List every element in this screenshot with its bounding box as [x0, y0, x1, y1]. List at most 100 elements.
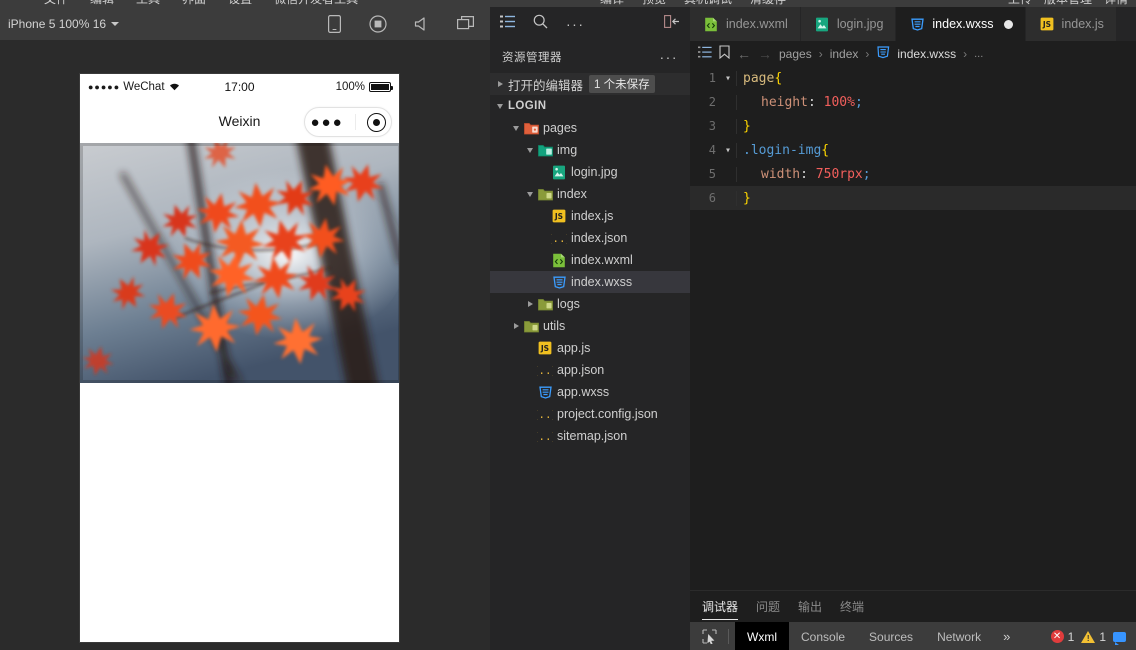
tree-item-app-json[interactable]: {..} app.json — [490, 359, 690, 381]
editor-tab-index-wxss[interactable]: index.wxss — [896, 7, 1026, 41]
element-picker-icon[interactable] — [696, 629, 722, 644]
device-selector[interactable]: iPhone 5 100% 16 — [8, 17, 120, 31]
chevron-right-icon[interactable] — [494, 81, 506, 87]
tree-item-label: sitemap.json — [557, 429, 628, 443]
panel-tab-0[interactable]: 调试器 — [702, 591, 739, 622]
code-line[interactable]: 5 width: 750rpx; — [690, 162, 1136, 186]
devtools-bar: WxmlConsoleSourcesNetwork » ✕ 1 1 — [690, 622, 1136, 650]
code-text: width: 750rpx; — [736, 166, 871, 182]
breadcrumb-crumb-0[interactable]: pages — [779, 47, 812, 61]
bookmark-icon[interactable] — [719, 45, 730, 62]
nav-forward-icon[interactable]: → — [758, 46, 772, 62]
code-editor[interactable]: 1 ▾ page{2 height: 100%; 3} 4 ▾ .login-img{5 wid… — [690, 66, 1136, 590]
panel-tab-1[interactable]: 问题 — [756, 591, 780, 622]
menu-dots-icon[interactable]: ●●● — [310, 115, 343, 130]
tree-item-index-json[interactable]: {..} index.json — [490, 227, 690, 249]
tree-item-index-wxss[interactable]: index.wxss — [490, 271, 690, 293]
tree-item-app-wxss[interactable]: app.wxss — [490, 381, 690, 403]
project-root-row[interactable]: LOGIN — [490, 95, 690, 117]
warning-icon[interactable] — [1081, 630, 1096, 643]
phone-icon[interactable] — [324, 14, 344, 34]
devtools-more-icon[interactable]: » — [993, 629, 1020, 644]
devtools-divider — [728, 629, 729, 644]
code-line[interactable]: 1 ▾ page{ — [690, 66, 1136, 90]
open-editors-label: 打开的编辑器 — [508, 78, 584, 93]
fold-chevron-icon[interactable]: ▾ — [720, 145, 736, 156]
code-token: 750rpx — [815, 166, 863, 182]
search-icon[interactable] — [533, 14, 548, 34]
tree-item-index-wxml[interactable]: index.wxml — [490, 249, 690, 271]
fold-chevron-icon[interactable]: ▾ — [720, 73, 736, 84]
tree-item-pages[interactable]: pages — [490, 117, 690, 139]
tree-item-index[interactable]: index — [490, 183, 690, 205]
code-line[interactable]: 2 height: 100%; — [690, 90, 1136, 114]
open-editors-row[interactable]: 打开的编辑器 1 个未保存 — [490, 73, 690, 95]
collapse-icon[interactable] — [664, 15, 680, 33]
line-number: 4 — [708, 143, 716, 157]
tree-item-utils[interactable]: utils — [490, 315, 690, 337]
unsaved-dot-icon[interactable] — [1003, 19, 1013, 29]
chevron-down-icon[interactable] — [510, 125, 522, 131]
code-line[interactable]: 4 ▾ .login-img{ — [690, 138, 1136, 162]
editor-tab-index-wxml[interactable]: index.wxml — [690, 7, 801, 41]
panel-tab-3[interactable]: 终端 — [840, 591, 864, 622]
wxss-file-icon — [876, 45, 890, 62]
tree-item-sitemap-json[interactable]: {..} sitemap.json — [490, 425, 690, 447]
code-token: : — [807, 94, 824, 110]
chevron-down-icon[interactable] — [494, 103, 506, 109]
explorer-more-icon[interactable]: ··· — [660, 49, 679, 65]
tree-item-label: app.wxss — [557, 385, 610, 399]
menu-bar[interactable]: 文件编辑工具界面设置微信开发者工具 编译预览真机调试清缓存 上传版本管理详情 — [0, 0, 1136, 7]
explorer-icon[interactable] — [500, 15, 515, 33]
devtools-tab-network[interactable]: Network — [925, 622, 993, 650]
more-icon[interactable]: ··· — [566, 17, 585, 31]
simulator-body: ●●●●● WeChat 17:00 100% Weixin ●●● — [0, 40, 490, 650]
outline-icon[interactable] — [698, 46, 712, 61]
windows-icon[interactable] — [456, 14, 476, 34]
tree-item-project-config-json[interactable]: {..} project.config.json — [490, 403, 690, 425]
code-text: page{ — [736, 70, 782, 86]
tree-item-login-jpg[interactable]: login.jpg — [490, 161, 690, 183]
breadcrumb-crumb-3[interactable]: ... — [974, 48, 983, 60]
phone-simulator[interactable]: ●●●●● WeChat 17:00 100% Weixin ●●● — [79, 73, 400, 643]
tree-item-img[interactable]: img — [490, 139, 690, 161]
error-icon[interactable]: ✕ — [1050, 630, 1064, 643]
message-icon[interactable] — [1113, 631, 1126, 645]
error-count: 1 — [1067, 629, 1075, 644]
tree-item-label: img — [557, 143, 578, 157]
devtools-tab-console[interactable]: Console — [789, 622, 857, 650]
devtools-tab-sources[interactable]: Sources — [857, 622, 925, 650]
chevron-down-icon[interactable] — [524, 147, 536, 153]
tree-item-label: logs — [557, 297, 580, 311]
target-icon[interactable] — [366, 112, 386, 132]
editor-tab-index-js[interactable]: JS index.js — [1025, 7, 1117, 41]
json-file-icon: {..} — [550, 231, 568, 245]
code-line[interactable]: 6} — [690, 186, 1136, 210]
code-token: page — [743, 70, 775, 86]
editor-tab-login-jpg[interactable]: login.jpg — [800, 7, 897, 41]
code-token: { — [821, 142, 830, 158]
panel-tab-2[interactable]: 输出 — [798, 591, 822, 622]
menu-items-center[interactable]: 编译预览真机调试清缓存 — [600, 0, 804, 7]
tree-item-logs[interactable]: logs — [490, 293, 690, 315]
chevron-right-icon[interactable] — [524, 301, 536, 307]
code-line[interactable]: 3} — [690, 114, 1136, 138]
tree-item-index-js[interactable]: JS index.js — [490, 205, 690, 227]
breadcrumb-separator: › — [963, 46, 968, 61]
speaker-icon[interactable] — [412, 14, 432, 34]
devtools-tab-wxml[interactable]: Wxml — [735, 622, 789, 650]
tree-item-label: project.config.json — [557, 407, 658, 421]
record-icon[interactable] — [368, 14, 388, 34]
menu-items-right[interactable]: 上传版本管理详情 — [996, 0, 1128, 7]
code-token: } — [743, 190, 751, 206]
simulator-toolbar: iPhone 5 100% 16 — [0, 7, 490, 40]
breadcrumb-crumb-2[interactable]: index.wxss — [897, 47, 956, 61]
chevron-down-icon[interactable] — [524, 191, 536, 197]
breadcrumb-crumb-1[interactable]: index — [830, 47, 859, 61]
chevron-right-icon[interactable] — [510, 323, 522, 329]
menu-items-left[interactable]: 文件编辑工具界面设置微信开发者工具 — [44, 0, 380, 7]
code-text: .login-img{ — [736, 142, 830, 158]
tree-item-app-js[interactable]: JS app.js — [490, 337, 690, 359]
capsule-menu[interactable]: ●●● — [304, 107, 392, 137]
nav-back-icon[interactable]: ← — [737, 46, 751, 62]
